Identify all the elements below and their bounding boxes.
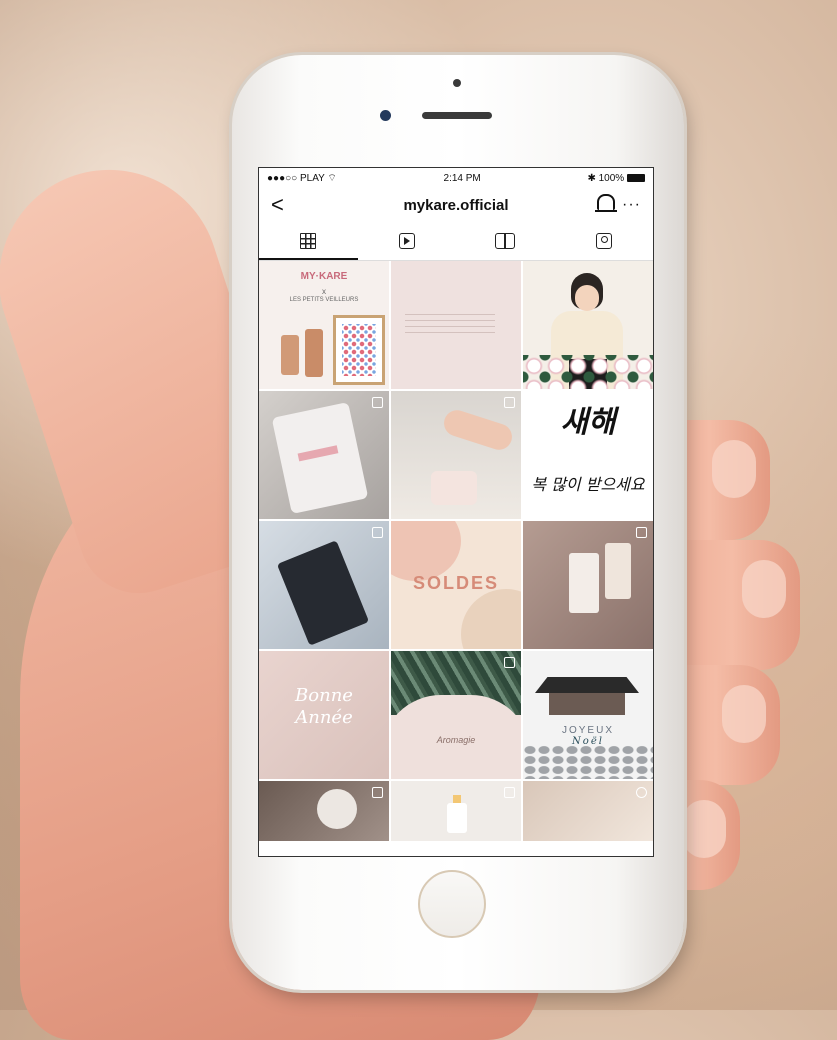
grid-icon: [300, 233, 317, 249]
earpiece-speaker: [422, 112, 492, 119]
proximity-sensor: [453, 79, 461, 87]
post-thumbnail[interactable]: [523, 261, 653, 389]
post-thumbnail[interactable]: [259, 391, 389, 519]
palace-roof-image: [535, 677, 639, 693]
post-thumbnail[interactable]: [523, 781, 653, 841]
post-thumbnail[interactable]: [259, 521, 389, 649]
carousel-icon: [504, 787, 515, 798]
decor-shape: [461, 589, 521, 649]
calligraphy-text: 복 많이 받으세요: [531, 475, 645, 494]
home-button[interactable]: [418, 870, 486, 938]
post-thumbnail[interactable]: 새해 복 많이 받으세요: [523, 391, 653, 519]
tab-reels[interactable]: [358, 222, 457, 260]
post-thumbnail[interactable]: [523, 521, 653, 649]
reels-badge-icon: [636, 787, 647, 798]
tab-guides[interactable]: [456, 222, 555, 260]
stone-ground-image: [523, 745, 653, 779]
post-thumbnail[interactable]: [391, 261, 521, 389]
product-card-image: [276, 540, 370, 646]
carousel-icon: [504, 657, 515, 668]
post-thumbnail[interactable]: Bonne Année: [259, 651, 389, 779]
post-thumbnail[interactable]: MY·KARE x LES PETITS VEILLEURS: [259, 261, 389, 389]
reels-badge-icon: [636, 527, 647, 538]
front-camera: [380, 110, 391, 121]
clock: 2:14 PM: [443, 172, 481, 184]
decor-shape: [391, 521, 461, 581]
carousel-icon: [372, 787, 383, 798]
framed-artwork-image: [333, 315, 385, 385]
candle-image: [447, 803, 467, 833]
post-thumbnail[interactable]: SOLDES: [391, 521, 521, 649]
sheet-mask-pack-image: [271, 401, 369, 515]
tab-tagged[interactable]: [555, 222, 654, 260]
greeting-text: Bonne Année: [259, 685, 389, 729]
camellia-flowers-image: [523, 355, 653, 389]
illustration-face: [575, 285, 599, 311]
script-text: Aromagie: [436, 735, 476, 745]
holiday-line: JOYEUX: [561, 725, 614, 736]
hand-image: [440, 406, 516, 454]
bluetooth-icon: ✱: [587, 172, 596, 184]
carousel-icon: [372, 397, 383, 408]
reels-icon: [398, 233, 415, 249]
palace-building-image: [549, 693, 625, 715]
greeting-line: Bonne: [295, 685, 353, 706]
post-thumbnail[interactable]: [391, 781, 521, 841]
tab-posts-grid[interactable]: [259, 222, 358, 260]
status-bar: ●●●○○ PLAY ⌔ 2:14 PM ✱ 100%: [259, 168, 653, 188]
carousel-icon: [372, 527, 383, 538]
perfume-bottle-image: [605, 543, 631, 599]
post-thumbnail[interactable]: Aromagie: [391, 651, 521, 779]
bell-icon[interactable]: [595, 194, 617, 212]
phone-device: ●●●○○ PLAY ⌔ 2:14 PM ✱ 100% < mykare.off…: [232, 55, 684, 990]
cream-jar-image: [431, 471, 477, 505]
profile-tabs: [259, 222, 653, 261]
post-thumbnail[interactable]: [391, 391, 521, 519]
serum-bottle-image: [305, 329, 323, 377]
post-thumbnail[interactable]: JOYEUX Noël: [523, 651, 653, 779]
more-options-button[interactable]: ···: [622, 196, 641, 214]
wifi-icon: ⌔: [327, 172, 337, 184]
battery-icon: [626, 173, 645, 182]
sphere-image: [317, 789, 357, 829]
post-collab-x: x: [322, 287, 326, 296]
posts-grid: MY·KARE x LES PETITS VEILLEURS 새해 복 많이 받…: [259, 261, 653, 841]
phone-screen: ●●●○○ PLAY ⌔ 2:14 PM ✱ 100% < mykare.off…: [258, 167, 654, 857]
perfume-bottle-image: [569, 553, 599, 613]
serum-bottle-image: [281, 335, 299, 375]
quote-text-lines: [405, 309, 495, 333]
carrier-label: ●●●○○ PLAY ⌔: [267, 172, 337, 184]
sale-text: SOLDES: [412, 573, 499, 593]
greeting-line: Année: [295, 707, 353, 728]
profile-header: < mykare.official ···: [259, 188, 653, 222]
post-thumbnail[interactable]: [259, 781, 389, 841]
holiday-text: JOYEUX Noël: [523, 725, 653, 747]
post-brand-text: MY·KARE: [300, 271, 348, 282]
carousel-icon: [504, 397, 515, 408]
battery-status: ✱ 100%: [587, 173, 645, 184]
calligraphy-text: 새해: [560, 405, 616, 440]
guide-icon: [495, 233, 516, 249]
post-collab-text: LES PETITS VEILLEURS: [289, 297, 359, 303]
profile-username: mykare.official: [403, 196, 509, 214]
tagged-icon: [595, 233, 612, 249]
